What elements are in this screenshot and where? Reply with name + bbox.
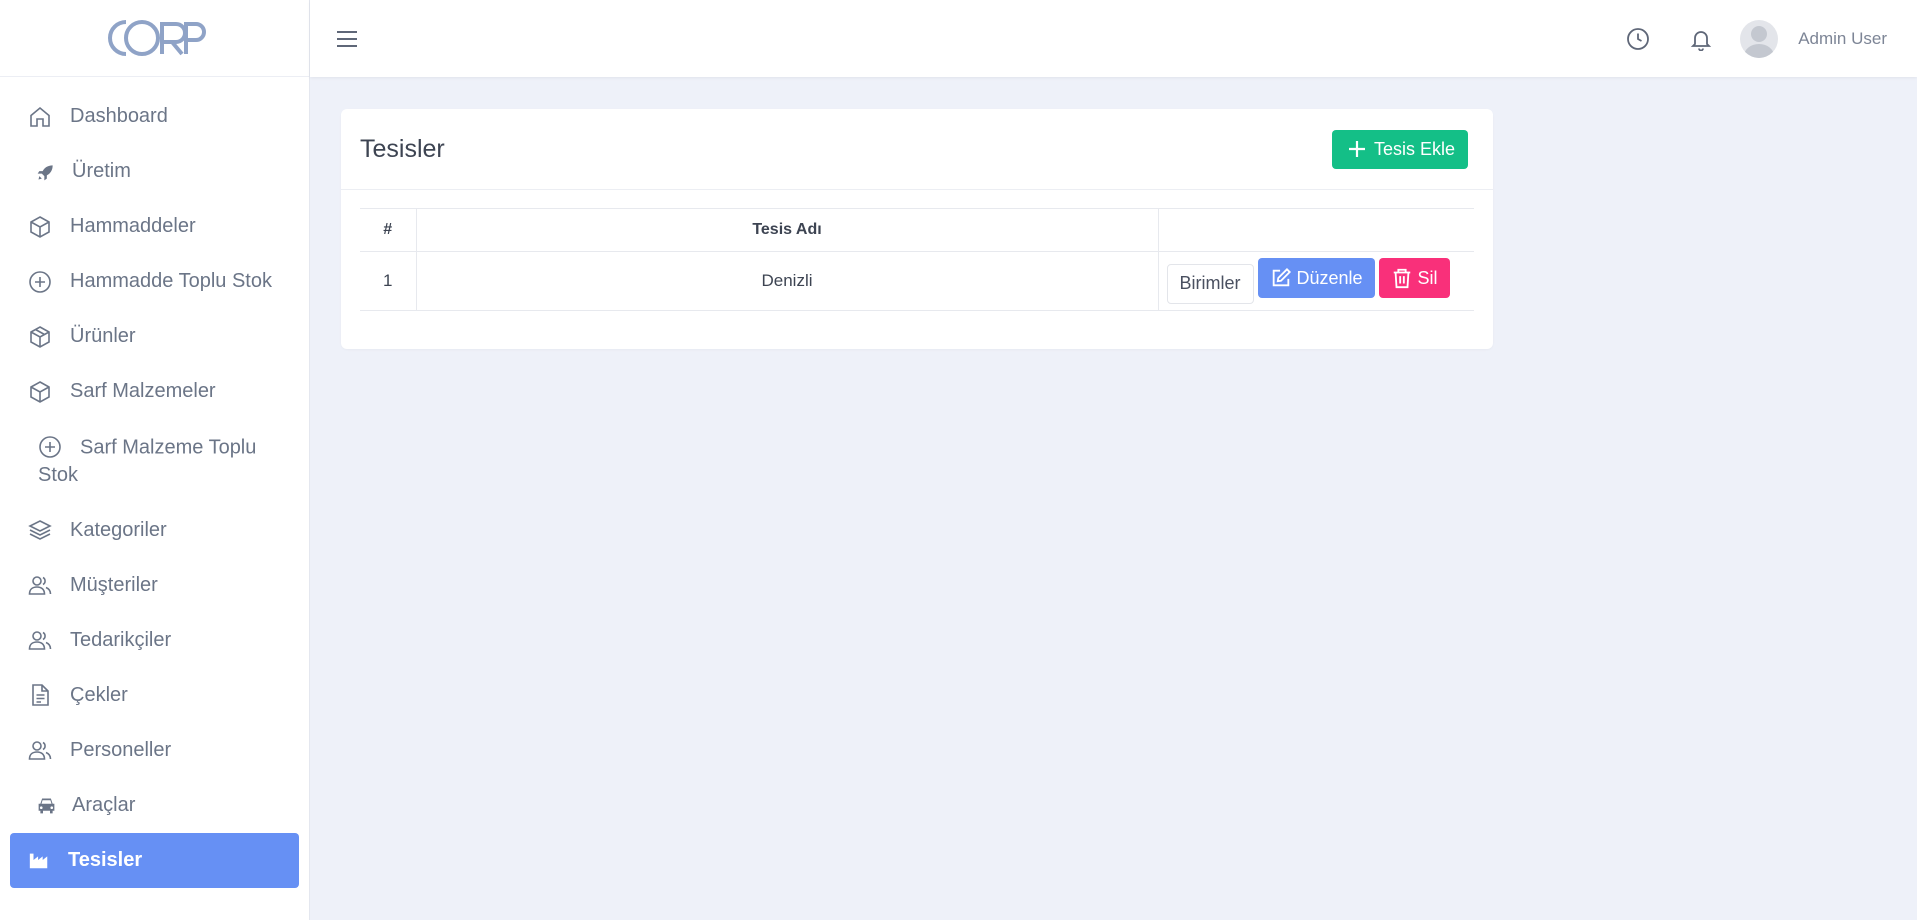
page-title: Tesisler: [360, 134, 445, 163]
sidebar-item-label: Araçlar: [72, 793, 136, 816]
users-icon: [28, 572, 56, 599]
sidebar-item-uretim[interactable]: Üretim: [10, 144, 299, 199]
sidebar-item-sarf-malzeme-toplu-stok[interactable]: Sarf Malzeme Toplu Stok: [10, 419, 299, 503]
sidebar-item-label: Personeller: [70, 738, 172, 761]
sidebar-nav: Dashboard Üretim Hammaddeler Hammadde To…: [0, 77, 309, 888]
clock-icon[interactable]: [1624, 25, 1652, 53]
sidebar-item-musteriler[interactable]: Müşteriler: [10, 558, 299, 613]
sidebar-item-kategoriler[interactable]: Kategoriler: [10, 503, 299, 558]
box-icon: [28, 378, 56, 405]
facilities-card: Tesisler Tesis Ekle # Tesis Adı 1 Denizl…: [341, 109, 1493, 349]
box-icon: [28, 323, 56, 350]
sidebar-item-araclar[interactable]: Araçlar: [10, 778, 299, 833]
sidebar-item-label: Tedarikçiler: [70, 628, 172, 651]
table-header-row: # Tesis Adı: [360, 208, 1474, 252]
sidebar-item-tedarikciler[interactable]: Tedarikçiler: [10, 613, 299, 668]
corp-logo[interactable]: [104, 16, 206, 60]
plus-circle-icon: [38, 433, 66, 460]
sidebar-item-urunler[interactable]: Ürünler: [10, 309, 299, 364]
industry-icon: [28, 847, 52, 874]
add-facility-button[interactable]: Tesis Ekle: [1331, 129, 1468, 169]
cell-actions: Birimler Düzenle Sil: [1158, 251, 1474, 311]
trash-icon: [1393, 269, 1410, 289]
units-button-label: Birimler: [1179, 273, 1241, 294]
sidebar-item-hammaddeler[interactable]: Hammaddeler: [10, 199, 299, 254]
column-header-number: #: [360, 208, 417, 252]
edit-icon: [1272, 268, 1291, 287]
delete-button-label: Sil: [1417, 267, 1438, 288]
cell-number: 1: [360, 251, 417, 311]
layers-icon: [28, 517, 56, 544]
delete-button[interactable]: Sil: [1378, 258, 1450, 299]
edit-button-label: Düzenle: [1296, 267, 1363, 288]
sidebar: Dashboard Üretim Hammaddeler Hammadde To…: [0, 0, 310, 920]
sidebar-item-label: Tesisler: [68, 848, 143, 871]
cell-name: Denizli: [416, 251, 1159, 311]
rocket-icon: [36, 158, 58, 185]
sidebar-item-dashboard[interactable]: Dashboard: [10, 89, 299, 144]
sidebar-item-tesisler[interactable]: Tesisler: [10, 832, 299, 888]
column-header-actions: [1158, 208, 1474, 252]
sidebar-item-label: Hammadde Toplu Stok: [70, 270, 272, 292]
card-header: Tesisler Tesis Ekle: [341, 109, 1493, 190]
box-icon: [28, 213, 56, 240]
sidebar-item-cekler[interactable]: Çekler: [10, 668, 299, 723]
header-right: Admin User: [1624, 19, 1887, 58]
sidebar-item-sarf-malzemeler[interactable]: Sarf Malzemeler: [10, 364, 299, 419]
facilities-table: # Tesis Adı 1 Denizli Birimler Düzenle S…: [360, 208, 1474, 311]
sidebar-item-label: Sarf Malzemeler: [70, 380, 216, 402]
sidebar-item-label: Müşteriler: [70, 573, 158, 596]
sidebar-item-label: Çekler: [70, 683, 128, 706]
user-name[interactable]: Admin User: [1798, 29, 1887, 49]
edit-button[interactable]: Düzenle: [1257, 258, 1375, 299]
sidebar-item-label: Kategoriler: [70, 518, 167, 541]
avatar[interactable]: [1740, 19, 1779, 58]
bell-icon[interactable]: [1687, 25, 1715, 53]
sidebar-item-hammadde-toplu-stok[interactable]: Hammadde Toplu Stok: [10, 254, 299, 309]
top-header: Admin User: [310, 0, 1917, 77]
plus-circle-icon: [28, 268, 56, 295]
sidebar-item-label: Dashboard: [70, 105, 168, 127]
sidebar-item-label: Üretim: [72, 160, 131, 182]
sidebar-item-personeller[interactable]: Personeller: [10, 723, 299, 778]
sidebar-item-label: Ürünler: [70, 325, 136, 347]
units-button[interactable]: Birimler: [1166, 263, 1254, 304]
users-icon: [28, 737, 56, 764]
logo-area: [0, 0, 309, 77]
table-wrap: # Tesis Adı 1 Denizli Birimler Düzenle S…: [341, 190, 1493, 311]
table-row: 1 Denizli Birimler Düzenle Sil: [360, 251, 1474, 311]
hamburger-menu-icon[interactable]: [336, 26, 362, 52]
car-icon: [36, 792, 58, 819]
sidebar-item-label: Sarf Malzeme Toplu Stok: [38, 436, 257, 486]
column-header-name: Tesis Adı: [416, 208, 1159, 252]
plus-icon: [1348, 141, 1365, 157]
home-icon: [28, 103, 56, 130]
add-facility-button-label: Tesis Ekle: [1373, 138, 1455, 159]
file-text-icon: [28, 682, 56, 709]
users-icon: [28, 627, 56, 654]
sidebar-item-label: Hammaddeler: [70, 215, 196, 237]
